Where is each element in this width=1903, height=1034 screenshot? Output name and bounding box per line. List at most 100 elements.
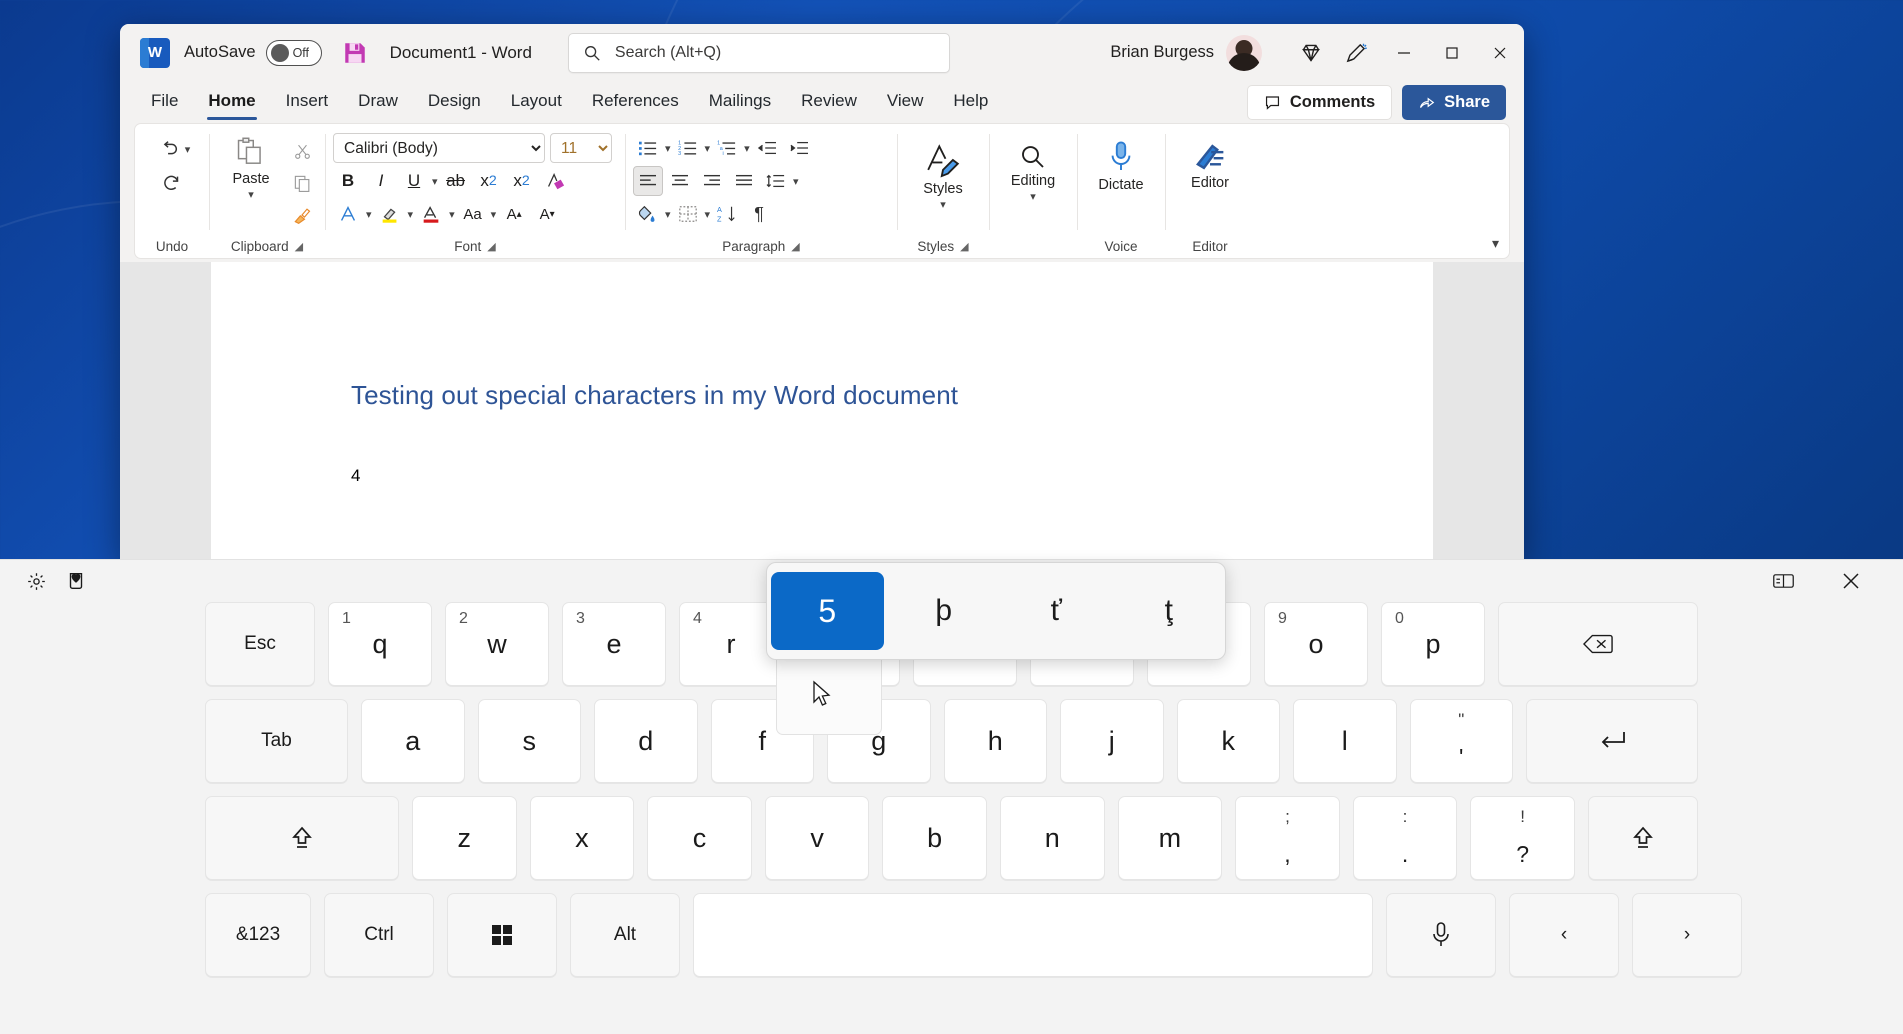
borders-caret[interactable]: ▾	[705, 208, 711, 221]
show-formatting-marks-button[interactable]: ¶	[744, 199, 774, 229]
underline-button[interactable]: U	[399, 166, 429, 196]
key--key[interactable]: !?	[1470, 796, 1575, 880]
key-d-key[interactable]: d	[594, 699, 698, 783]
popup-char-2[interactable]: þ	[888, 594, 1001, 628]
font-color-caret[interactable]: ▾	[449, 208, 455, 221]
tab-layout[interactable]: Layout	[496, 85, 577, 119]
highlight-color-button[interactable]	[375, 199, 405, 229]
autosave-toggle[interactable]: Off	[266, 40, 322, 66]
key-windows-key[interactable]	[447, 893, 557, 977]
key-esc-key[interactable]: Esc	[205, 602, 315, 686]
subscript-button[interactable]: x2	[474, 166, 504, 196]
key-enter-key[interactable]	[1526, 699, 1698, 783]
key-space-key[interactable]	[693, 893, 1373, 977]
numbering-caret[interactable]: ▾	[705, 142, 711, 155]
key-j-key[interactable]: j	[1060, 699, 1164, 783]
tab-design[interactable]: Design	[413, 85, 496, 119]
tab-help[interactable]: Help	[938, 85, 1003, 119]
close-icon[interactable]	[1831, 564, 1871, 598]
key-shift-key[interactable]	[205, 796, 399, 880]
font-color-button[interactable]	[416, 199, 446, 229]
minimize-button[interactable]	[1380, 25, 1428, 81]
styles-caret[interactable]: ▾	[940, 198, 946, 211]
paragraph-dialog-launcher[interactable]: ◢	[791, 236, 799, 258]
document-page[interactable]: Testing out special characters in my Wor…	[211, 262, 1433, 561]
key-123-key[interactable]: &123	[205, 893, 311, 977]
search-input[interactable]	[615, 44, 935, 62]
key-m-key[interactable]: m	[1118, 796, 1223, 880]
key-v-key[interactable]: v	[765, 796, 870, 880]
tab-file[interactable]: File	[136, 85, 193, 119]
editing-caret[interactable]: ▾	[1030, 190, 1036, 203]
align-left-button[interactable]	[633, 166, 663, 196]
align-center-button[interactable]	[665, 166, 695, 196]
shrink-font-button[interactable]: A▾	[532, 199, 562, 229]
styles-dialog-launcher[interactable]: ◢	[960, 236, 968, 258]
cut-icon[interactable]	[287, 136, 317, 166]
styles-button[interactable]: Styles ▾	[907, 136, 979, 211]
maximize-button[interactable]	[1428, 25, 1476, 81]
emoji-heart-icon[interactable]	[56, 564, 96, 598]
keyboard-layout-icon[interactable]	[1763, 564, 1803, 598]
popup-char-3[interactable]: ť	[1000, 594, 1113, 628]
tab-mailings[interactable]: Mailings	[694, 85, 786, 119]
font-family-select[interactable]: Calibri (Body)ArialTimes New Roman	[333, 133, 545, 163]
key-backspace-key[interactable]	[1498, 602, 1698, 686]
key-z-key[interactable]: z	[412, 796, 517, 880]
clear-formatting-button[interactable]	[540, 166, 570, 196]
avatar[interactable]	[1226, 35, 1262, 71]
multilevel-list-button[interactable]: 1 a i	[712, 133, 742, 163]
superscript-button[interactable]: x2	[507, 166, 537, 196]
redo-button[interactable]	[157, 168, 187, 198]
tab-draw[interactable]: Draw	[343, 85, 413, 119]
change-case-button[interactable]: Aa	[458, 199, 488, 229]
tab-insert[interactable]: Insert	[271, 85, 344, 119]
key-c-key[interactable]: c	[647, 796, 752, 880]
shading-caret[interactable]: ▾	[665, 208, 671, 221]
bullets-caret[interactable]: ▾	[665, 142, 671, 155]
tab-references[interactable]: References	[577, 85, 694, 119]
key-h-key[interactable]: h	[944, 699, 1048, 783]
bullets-button[interactable]	[633, 133, 663, 163]
decrease-indent-button[interactable]	[752, 133, 782, 163]
key--key[interactable]: ›	[1632, 893, 1742, 977]
comments-button[interactable]: Comments	[1247, 85, 1392, 120]
underline-dropdown-caret[interactable]: ▾	[432, 175, 438, 188]
paste-button[interactable]: Paste ▾	[217, 132, 285, 201]
justify-button[interactable]	[729, 166, 759, 196]
key-microphone-key[interactable]	[1386, 893, 1496, 977]
key--key[interactable]: ‹	[1509, 893, 1619, 977]
key-e-key[interactable]: 3e	[562, 602, 666, 686]
key-tab-key[interactable]: Tab	[205, 699, 348, 783]
undo-button[interactable]	[154, 134, 184, 164]
key-p-key[interactable]: 0p	[1381, 602, 1485, 686]
key-x-key[interactable]: x	[530, 796, 635, 880]
search-box[interactable]	[568, 33, 950, 73]
align-right-button[interactable]	[697, 166, 727, 196]
save-icon[interactable]	[342, 40, 368, 66]
key-alt-key[interactable]: Alt	[570, 893, 680, 977]
popup-char-1[interactable]: 5	[771, 572, 884, 650]
key-k-key[interactable]: k	[1177, 699, 1281, 783]
line-spacing-caret[interactable]: ▾	[793, 175, 799, 188]
font-size-select[interactable]: 891011121416	[550, 133, 612, 163]
tab-review[interactable]: Review	[786, 85, 872, 119]
popup-char-4[interactable]: ţ	[1113, 594, 1226, 628]
multilevel-caret[interactable]: ▾	[744, 142, 750, 155]
tab-home[interactable]: Home	[193, 85, 270, 119]
key-n-key[interactable]: n	[1000, 796, 1105, 880]
key-q-key[interactable]: 1q	[328, 602, 432, 686]
pen-inking-icon[interactable]	[1334, 30, 1380, 76]
italic-button[interactable]: I	[366, 166, 396, 196]
text-effects-button[interactable]	[333, 199, 363, 229]
editor-button[interactable]: Editor	[1174, 136, 1246, 191]
editing-button[interactable]: Editing ▾	[997, 138, 1069, 203]
undo-dropdown-caret[interactable]: ▾	[185, 143, 191, 156]
key-o-key[interactable]: 9o	[1264, 602, 1368, 686]
sort-button[interactable]: A Z	[712, 199, 742, 229]
increase-indent-button[interactable]	[784, 133, 814, 163]
strikethrough-button[interactable]: ab	[441, 166, 471, 196]
ribbon-collapse-caret[interactable]: ▾	[1492, 235, 1499, 252]
numbering-button[interactable]: 1 2 3	[673, 133, 703, 163]
key-w-key[interactable]: 2w	[445, 602, 549, 686]
